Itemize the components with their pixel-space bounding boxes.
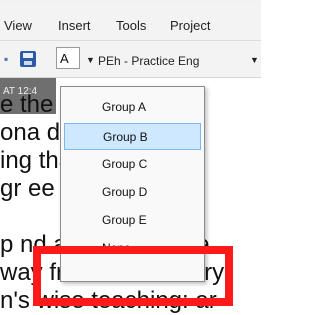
group-combobox[interactable]: A — [56, 47, 80, 69]
document-line: n's wise teaching: ar — [0, 287, 217, 314]
chevron-down-icon[interactable]: ▼ — [250, 55, 259, 65]
menu-view[interactable]: View — [4, 18, 32, 33]
dropdown-item-none[interactable]: None — [64, 235, 201, 262]
dropdown-item-group-a[interactable]: Group A — [64, 94, 201, 121]
toolbar-edge-icon[interactable]: ▪ — [4, 52, 8, 66]
menu-tools[interactable]: Tools — [116, 18, 146, 33]
menubar: View Insert Tools Project — [0, 4, 261, 41]
group-dropdown-menu: Group A Group B Group C Group D Group E … — [60, 86, 205, 282]
group-combobox-value: A — [60, 51, 69, 66]
save-icon[interactable] — [20, 51, 36, 67]
menu-insert[interactable]: Insert — [58, 18, 91, 33]
project-combobox[interactable]: PEh - Practice Eng — [98, 54, 247, 70]
dropdown-item-group-d[interactable]: Group D — [64, 179, 201, 206]
menu-project[interactable]: Project — [170, 18, 210, 33]
chevron-down-icon[interactable]: ▼ — [86, 55, 95, 65]
dropdown-item-group-e[interactable]: Group E — [64, 207, 201, 234]
toolbar: ▪ A ▼ PEh - Practice Eng ▼ — [0, 41, 261, 78]
dropdown-item-group-c[interactable]: Group C — [64, 151, 201, 178]
dropdown-item-group-b[interactable]: Group B — [64, 123, 201, 150]
